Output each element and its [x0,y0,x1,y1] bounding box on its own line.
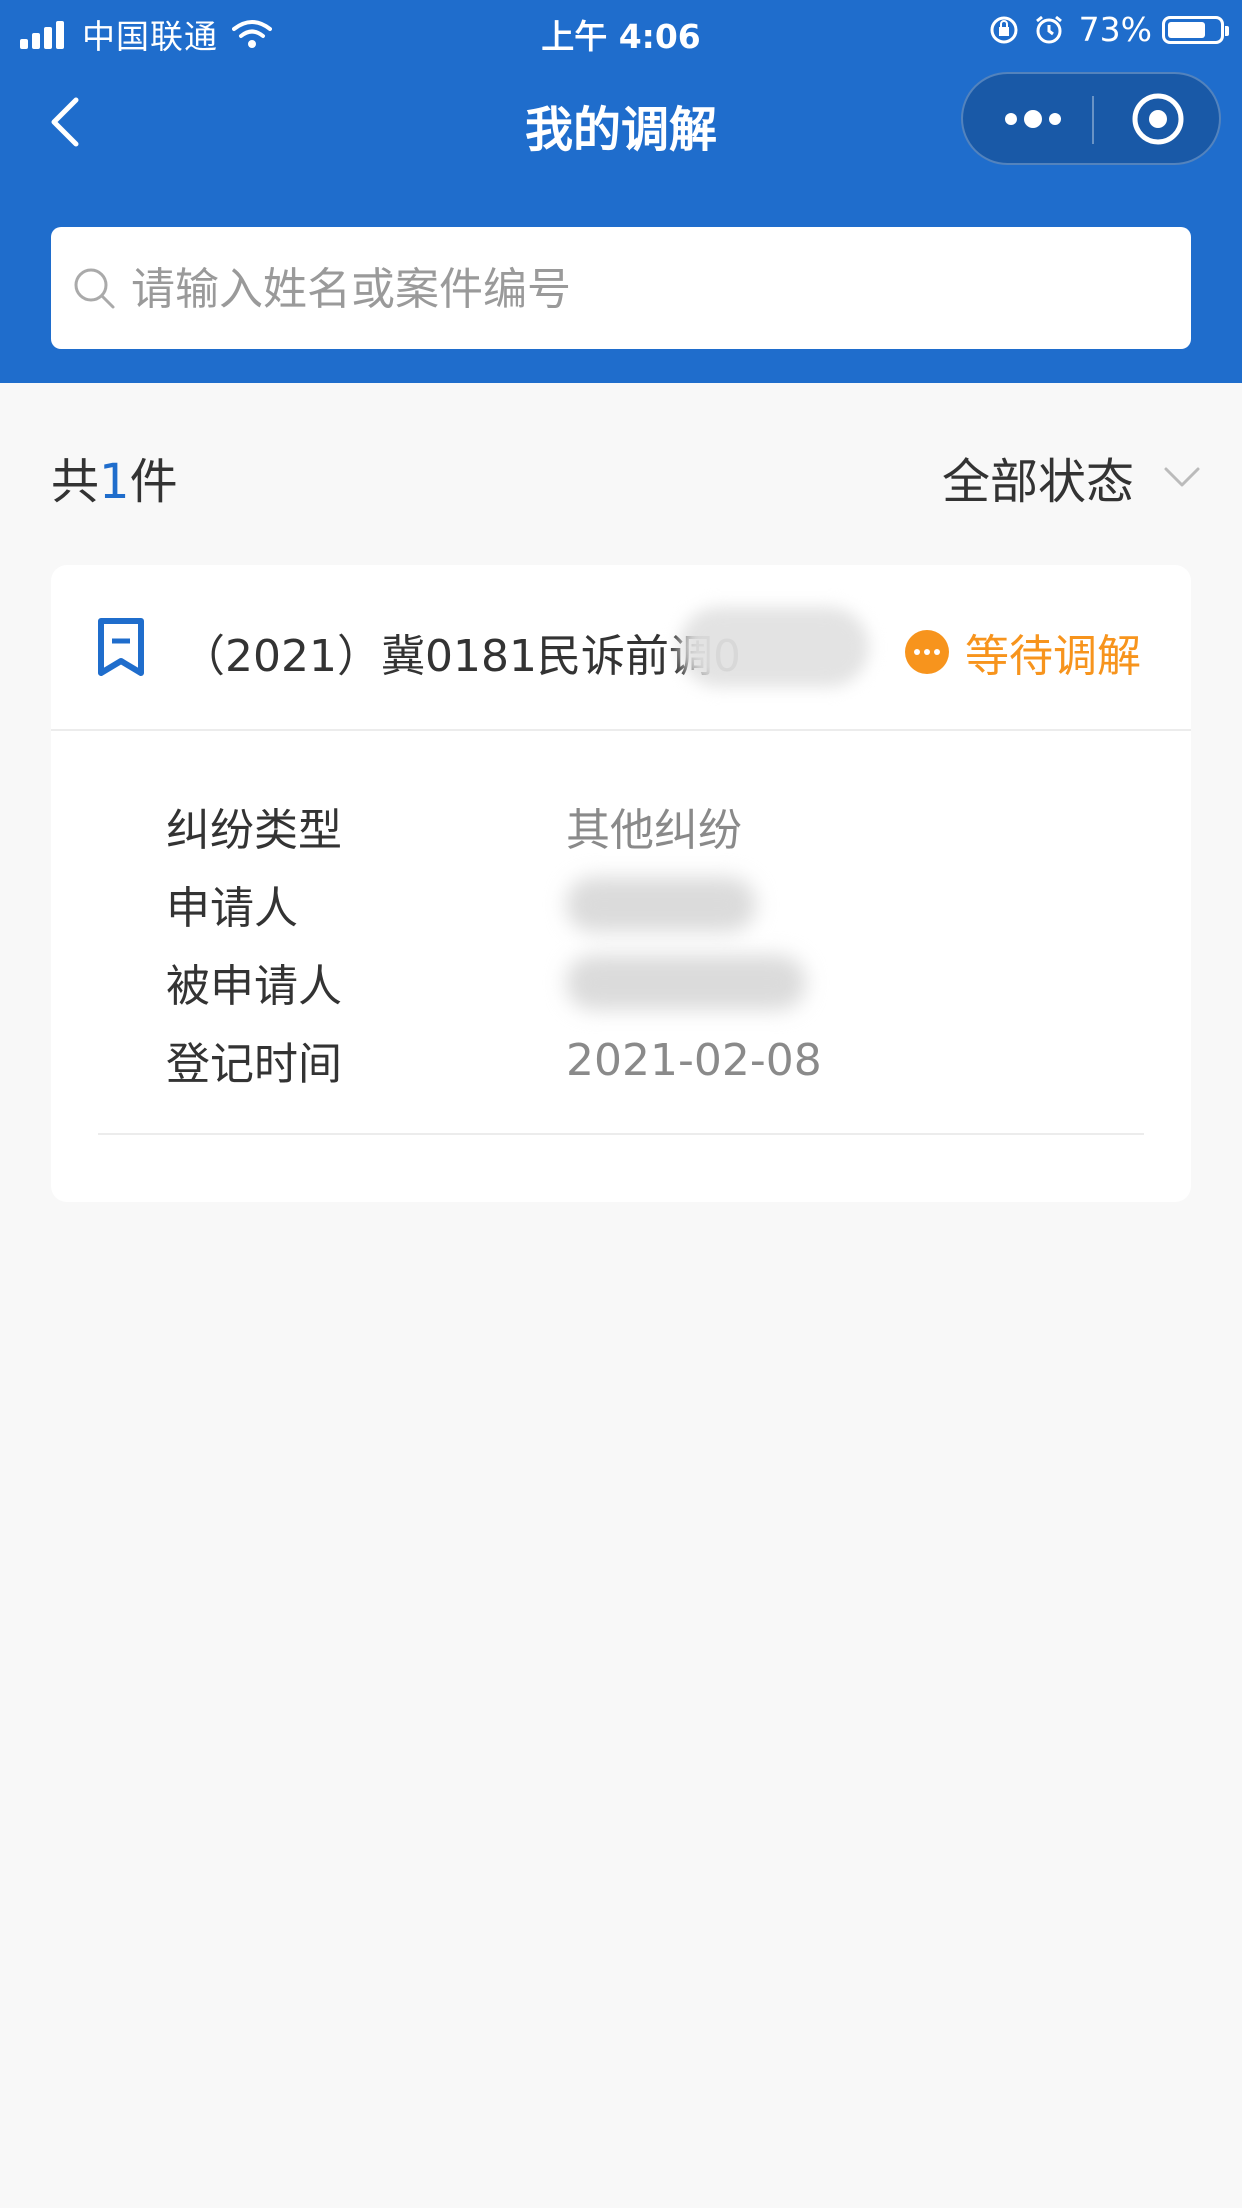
mini-program-capsule [961,72,1221,165]
rotation-lock-icon [990,16,1018,43]
detail-label: 登记时间 [166,1039,342,1090]
card-divider [98,1133,1144,1135]
case-card-header: （2021）冀0181民诉前调0 等待调解 [51,565,1191,731]
case-details: 纠纷类型 其他纠纷 申请人 被申请人 登记时间 2021-02-08 [166,787,822,1099]
detail-label: 被申请人 [166,961,342,1012]
case-number: （2021）冀0181民诉前调0 [181,631,741,682]
detail-label: 申请人 [166,883,298,934]
case-status-label: 等待调解 [965,631,1141,682]
detail-row-register-time: 登记时间 2021-02-08 [166,1021,822,1099]
bookmark-icon [98,618,144,676]
detail-row-applicant: 申请人 [166,865,822,943]
case-card[interactable]: （2021）冀0181民诉前调0 等待调解 纠纷类型 其他纠纷 申请人 被申请人… [51,565,1191,1202]
detail-row-respondent: 被申请人 [166,943,822,1021]
case-status-badge: 等待调解 [905,620,1141,684]
status-bar: 中国联通 上午 4:06 73% [0,0,1242,62]
redacted-case-number [679,607,869,687]
detail-row-dispute-type: 纠纷类型 其他纠纷 [166,787,822,865]
header: 中国联通 上午 4:06 73% 我的调解 请输入姓名或案件编号 [0,0,1242,383]
alarm-icon [1035,15,1062,43]
redacted-respondent [566,954,806,1010]
more-icon[interactable] [991,88,1081,150]
nav-bar: 我的调解 [0,62,1242,182]
detail-value: 其他纠纷 [566,805,742,856]
result-count: 共1件 [51,442,178,512]
pending-icon [905,630,949,674]
status-filter-dropdown[interactable]: 全部状态 [942,442,1202,512]
battery-icon [1162,15,1229,44]
search-box[interactable] [51,227,1191,351]
count-suffix: 件 [129,454,178,510]
capsule-divider [1092,96,1094,144]
search-icon [74,268,115,309]
detail-label: 纠纷类型 [166,805,342,856]
detail-value: 2021-02-08 [566,1034,822,1086]
chevron-down-icon [1164,467,1200,487]
status-filter-label: 全部状态 [941,454,1134,510]
count-number: 1 [99,454,130,510]
close-target-icon[interactable] [1113,88,1203,150]
count-prefix: 共 [51,454,100,510]
search-input[interactable] [129,227,1173,351]
redacted-applicant [566,876,756,932]
battery-percent: 73% [1078,10,1152,49]
